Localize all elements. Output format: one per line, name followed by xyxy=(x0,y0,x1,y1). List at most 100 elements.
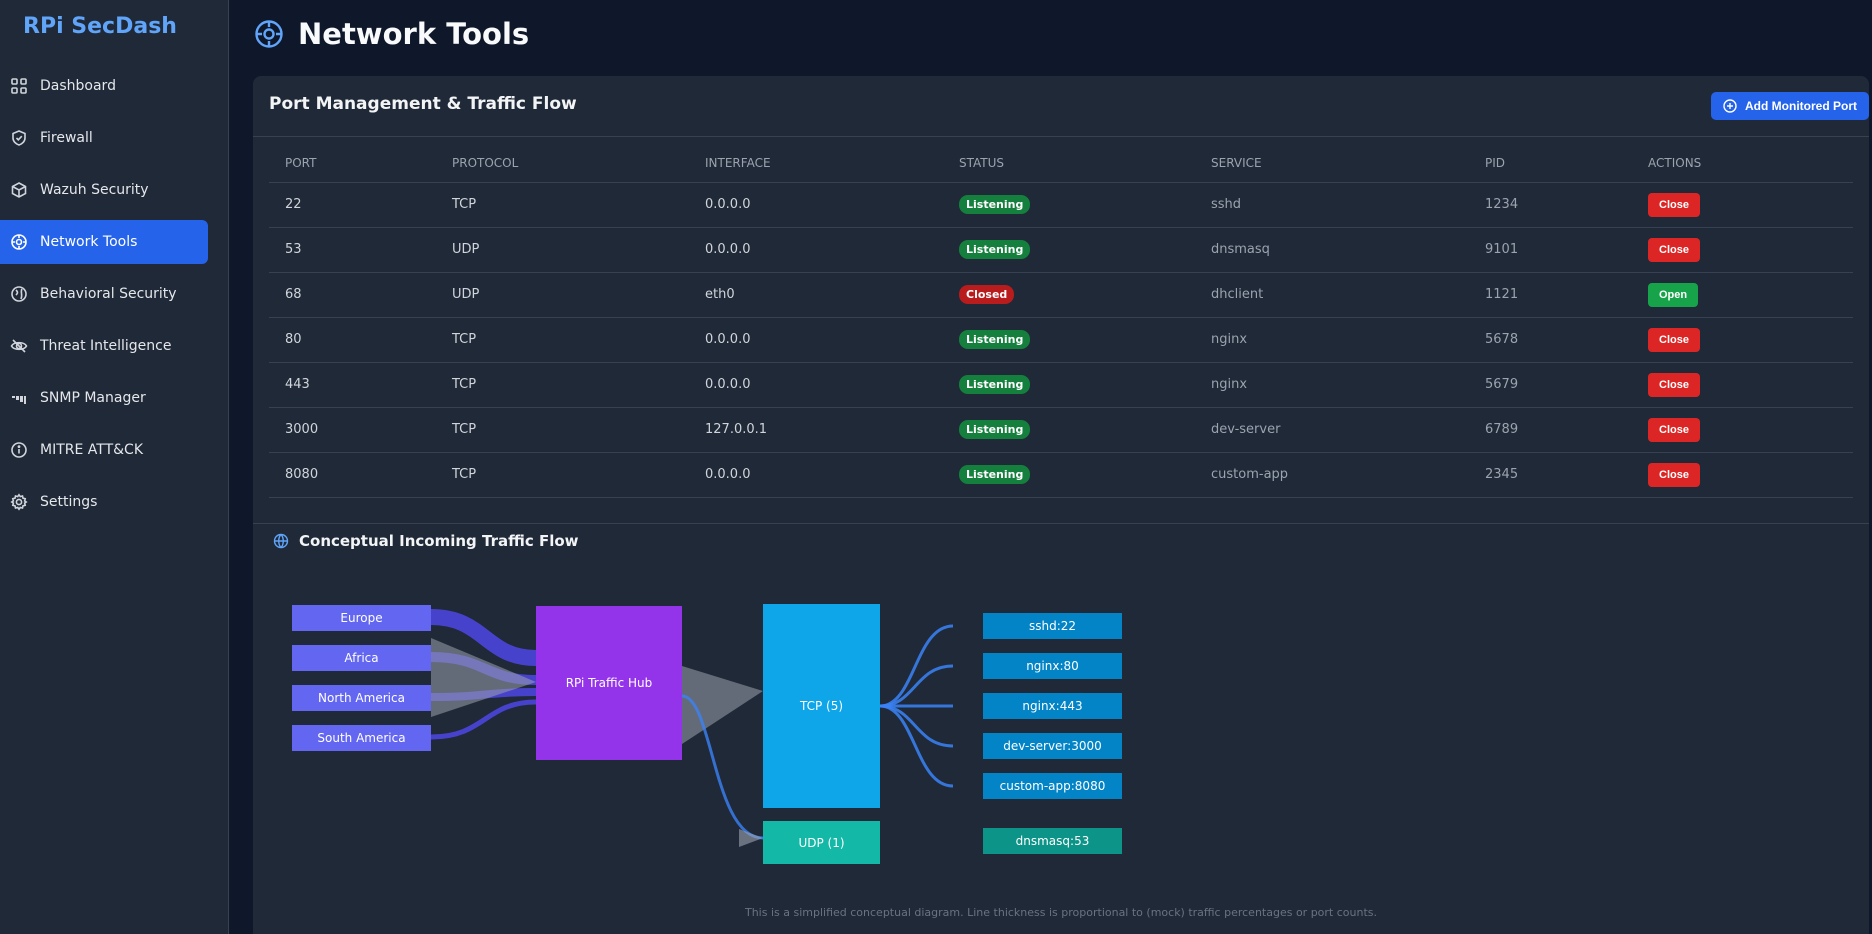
sidebar-item-mitre-attack[interactable]: MITRE ATT&CK xyxy=(0,428,208,472)
flow-node-service[interactable]: sshd:22 xyxy=(983,613,1122,639)
flow-link-north-america-hub xyxy=(430,688,537,701)
sidebar-item-firewall[interactable]: Firewall xyxy=(0,116,208,160)
sidebar-item-label: Threat Intelligence xyxy=(40,338,172,354)
table-row: 22 TCP 0.0.0.0 Listening sshd 1234 Close xyxy=(269,182,1853,228)
status-badge: Listening xyxy=(959,240,1031,259)
add-monitored-port-button[interactable]: Add Monitored Port xyxy=(1711,92,1869,120)
flow-node-service[interactable]: nginx:80 xyxy=(983,653,1122,679)
service-cell: dnsmasq xyxy=(1195,227,1469,273)
port-cell: 80 xyxy=(269,317,436,363)
flow-node-service[interactable]: dev-server:3000 xyxy=(983,733,1122,759)
protocol-cell: TCP xyxy=(436,182,689,228)
protocol-cell: TCP xyxy=(436,452,689,498)
protocol-cell: TCP xyxy=(436,362,689,408)
status-cell: Listening xyxy=(943,407,1195,453)
traffic-flow-title: Conceptual Incoming Traffic Flow xyxy=(299,532,579,550)
flow-link-africa-hub xyxy=(430,652,537,685)
sidebar-item-label: Behavioral Security xyxy=(40,286,177,302)
ports-table: PORT PROTOCOL INTERFACE STATUS SERVICE P… xyxy=(269,156,1853,498)
flow-link-europe-hub xyxy=(430,609,537,666)
column-header-pid[interactable]: PID xyxy=(1469,156,1632,183)
column-header-status[interactable]: STATUS xyxy=(943,156,1195,183)
main-content: Network Tools Port Management & Traffic … xyxy=(230,0,1872,934)
protocol-cell: TCP xyxy=(436,407,689,453)
close-port-button[interactable]: Close xyxy=(1648,417,1700,442)
actions-cell: Close xyxy=(1632,317,1853,363)
eye-icon xyxy=(10,337,28,355)
flow-node-protocol-udp[interactable]: UDP (1) xyxy=(763,821,880,864)
protocol-cell: UDP xyxy=(436,227,689,273)
status-cell: Closed xyxy=(943,272,1195,318)
protocol-cell: TCP xyxy=(436,317,689,363)
table-row: 53 UDP 0.0.0.0 Listening dnsmasq 9101 Close xyxy=(269,227,1853,273)
pid-cell: 6789 xyxy=(1469,407,1632,453)
sidebar-item-label: Dashboard xyxy=(40,78,116,94)
flow-node-protocol-tcp[interactable]: TCP (5) xyxy=(763,604,880,808)
status-badge: Listening xyxy=(959,375,1031,394)
cube-icon xyxy=(10,181,28,199)
crosshair-icon xyxy=(255,20,283,48)
open-port-button[interactable]: Open xyxy=(1648,282,1699,307)
flow-node-region[interactable]: North America xyxy=(292,685,431,711)
status-cell: Listening xyxy=(943,227,1195,273)
interface-cell: eth0 xyxy=(689,272,943,318)
sidebar-item-settings[interactable]: Settings xyxy=(0,480,208,524)
sidebar-item-label: Settings xyxy=(40,494,98,510)
table-header-row: PORT PROTOCOL INTERFACE STATUS SERVICE P… xyxy=(269,156,1853,183)
crosshair-icon xyxy=(10,233,28,251)
sidebar-item-wazuh-security[interactable]: Wazuh Security xyxy=(0,168,208,212)
close-port-button[interactable]: Close xyxy=(1648,372,1700,397)
page-title: Network Tools xyxy=(298,17,530,51)
sidebar-item-behavioral-security[interactable]: Behavioral Security xyxy=(0,272,208,316)
close-port-button[interactable]: Close xyxy=(1648,327,1700,352)
flow-node-service[interactable]: nginx:443 xyxy=(983,693,1122,719)
sidebar-nav: Dashboard Firewall Wazuh Security Networ… xyxy=(0,64,208,532)
close-port-button[interactable]: Close xyxy=(1648,237,1700,262)
column-header-service[interactable]: SERVICE xyxy=(1195,156,1469,183)
status-cell: Listening xyxy=(943,362,1195,408)
globe-icon xyxy=(273,533,289,549)
sidebar-item-snmp-manager[interactable]: SNMP Manager xyxy=(0,376,208,420)
close-port-button[interactable]: Close xyxy=(1648,462,1700,487)
info-icon xyxy=(10,441,28,459)
flow-link-tcp-sshd xyxy=(879,624,954,708)
sidebar-item-threat-intelligence[interactable]: Threat Intelligence xyxy=(0,324,208,368)
pid-cell: 5678 xyxy=(1469,317,1632,363)
flow-node-region[interactable]: South America xyxy=(292,725,431,751)
flow-link-south-america-hub xyxy=(430,699,537,740)
column-header-port[interactable]: PORT xyxy=(269,156,436,183)
status-badge: Listening xyxy=(959,465,1031,484)
port-cell: 68 xyxy=(269,272,436,318)
protocol-cell: UDP xyxy=(436,272,689,318)
table-row: 68 UDP eth0 Closed dhclient 1121 Open xyxy=(269,272,1853,318)
flow-node-region[interactable]: Africa xyxy=(292,645,431,671)
service-cell: nginx xyxy=(1195,317,1469,363)
table-row: 80 TCP 0.0.0.0 Listening nginx 5678 Close xyxy=(269,317,1853,363)
flow-link-hub-udp xyxy=(681,694,764,840)
status-cell: Listening xyxy=(943,452,1195,498)
service-cell: dev-server xyxy=(1195,407,1469,453)
status-badge: Listening xyxy=(959,420,1031,439)
actions-cell: Close xyxy=(1632,452,1853,498)
column-header-actions: ACTIONS xyxy=(1632,156,1853,183)
flow-node-service[interactable]: custom-app:8080 xyxy=(983,773,1122,799)
port-cell: 22 xyxy=(269,182,436,228)
section-divider xyxy=(253,523,1869,524)
plus-circle-icon xyxy=(1723,99,1737,113)
sidebar-item-dashboard[interactable]: Dashboard xyxy=(0,64,208,108)
flow-node-hub[interactable]: RPi Traffic Hub xyxy=(536,606,682,760)
flow-node-region[interactable]: Europe xyxy=(292,605,431,631)
sidebar-item-network-tools[interactable]: Network Tools xyxy=(0,220,208,264)
brand-logo[interactable]: RPi SecDash xyxy=(0,14,200,39)
column-header-protocol[interactable]: PROTOCOL xyxy=(436,156,689,183)
column-header-interface[interactable]: INTERFACE xyxy=(689,156,943,183)
interface-cell: 127.0.0.1 xyxy=(689,407,943,453)
interface-cell: 0.0.0.0 xyxy=(689,317,943,363)
status-cell: Listening xyxy=(943,317,1195,363)
add-monitored-port-label: Add Monitored Port xyxy=(1745,99,1857,113)
actions-cell: Open xyxy=(1632,272,1853,318)
interface-cell: 0.0.0.0 xyxy=(689,452,943,498)
close-port-button[interactable]: Close xyxy=(1648,192,1700,217)
table-row: 3000 TCP 127.0.0.1 Listening dev-server 6789 C… xyxy=(269,407,1853,453)
flow-node-service[interactable]: dnsmasq:53 xyxy=(983,828,1122,854)
